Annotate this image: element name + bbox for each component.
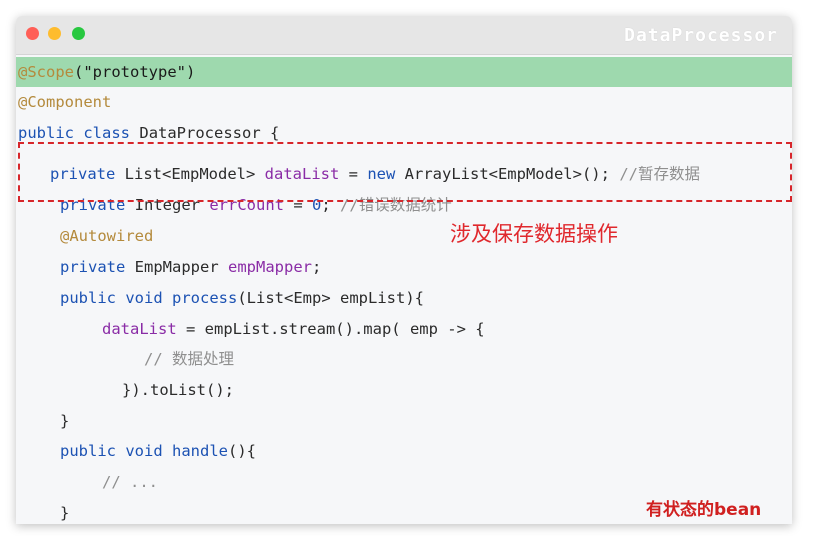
field-token: empMapper — [228, 258, 313, 276]
keyword-token: void — [125, 442, 163, 460]
code-line-12: } — [16, 406, 69, 436]
method-token: process — [172, 289, 238, 307]
string-token: ("prototype") — [74, 63, 196, 81]
minimize-dot-icon[interactable] — [48, 27, 61, 40]
annotation-token: @Component — [18, 93, 112, 111]
code-line-15: } — [16, 498, 69, 524]
code-line-6: @Autowired — [16, 221, 153, 251]
keyword-token: public — [60, 289, 116, 307]
code-line-13: public void handle(){ — [16, 436, 256, 466]
code-line-2: @Component — [16, 87, 111, 117]
annotation-token: @Scope — [18, 63, 74, 81]
code-line-10: // 数据处理 — [16, 344, 234, 374]
plain-token: = empList.stream().map( emp -> { — [176, 320, 485, 338]
keyword-token: public — [60, 442, 116, 460]
code-line-14: // ... — [16, 467, 158, 497]
code-line-7: private EmpMapper empMapper; — [16, 252, 321, 282]
close-dot-icon[interactable] — [26, 27, 39, 40]
plain-token: }).toList(); — [122, 381, 234, 399]
maximize-dot-icon[interactable] — [72, 27, 85, 40]
field-token: dataList — [102, 320, 177, 338]
keyword-token: void — [125, 289, 163, 307]
plain-token: (){ — [228, 442, 257, 460]
plain-token: (List<Emp> empList){ — [237, 289, 424, 307]
code-line-11: }).toList(); — [16, 375, 234, 405]
annotation-note: 涉及保存数据操作 — [450, 222, 618, 246]
stateful-bean-label: 有状态的bean — [646, 500, 762, 520]
plain-token: } — [60, 412, 70, 430]
highlight-dashed-box — [18, 142, 792, 202]
comment-token: // 数据处理 — [144, 350, 234, 368]
comment-token: // ... — [102, 473, 158, 491]
keyword-token: public — [18, 124, 74, 142]
code-line-1: @Scope("prototype") — [16, 57, 792, 87]
type-token: EmpMapper — [134, 258, 219, 276]
window-title: DataProcessor — [624, 25, 778, 46]
plain-token: DataProcessor { — [139, 124, 280, 142]
keyword-token: class — [83, 124, 131, 142]
method-token: handle — [172, 442, 229, 460]
code-window: DataProcessor @Scope("prototype") @Compo… — [16, 16, 792, 524]
plain-token: } — [60, 504, 70, 522]
title-bar: DataProcessor — [16, 16, 792, 55]
code-line-9: dataList = empList.stream().map( emp -> … — [16, 314, 485, 344]
code-line-8: public void process(List<Emp> empList){ — [16, 283, 424, 313]
annotation-token: @Autowired — [60, 227, 154, 245]
plain-token: ; — [312, 258, 322, 276]
keyword-token: private — [60, 258, 126, 276]
